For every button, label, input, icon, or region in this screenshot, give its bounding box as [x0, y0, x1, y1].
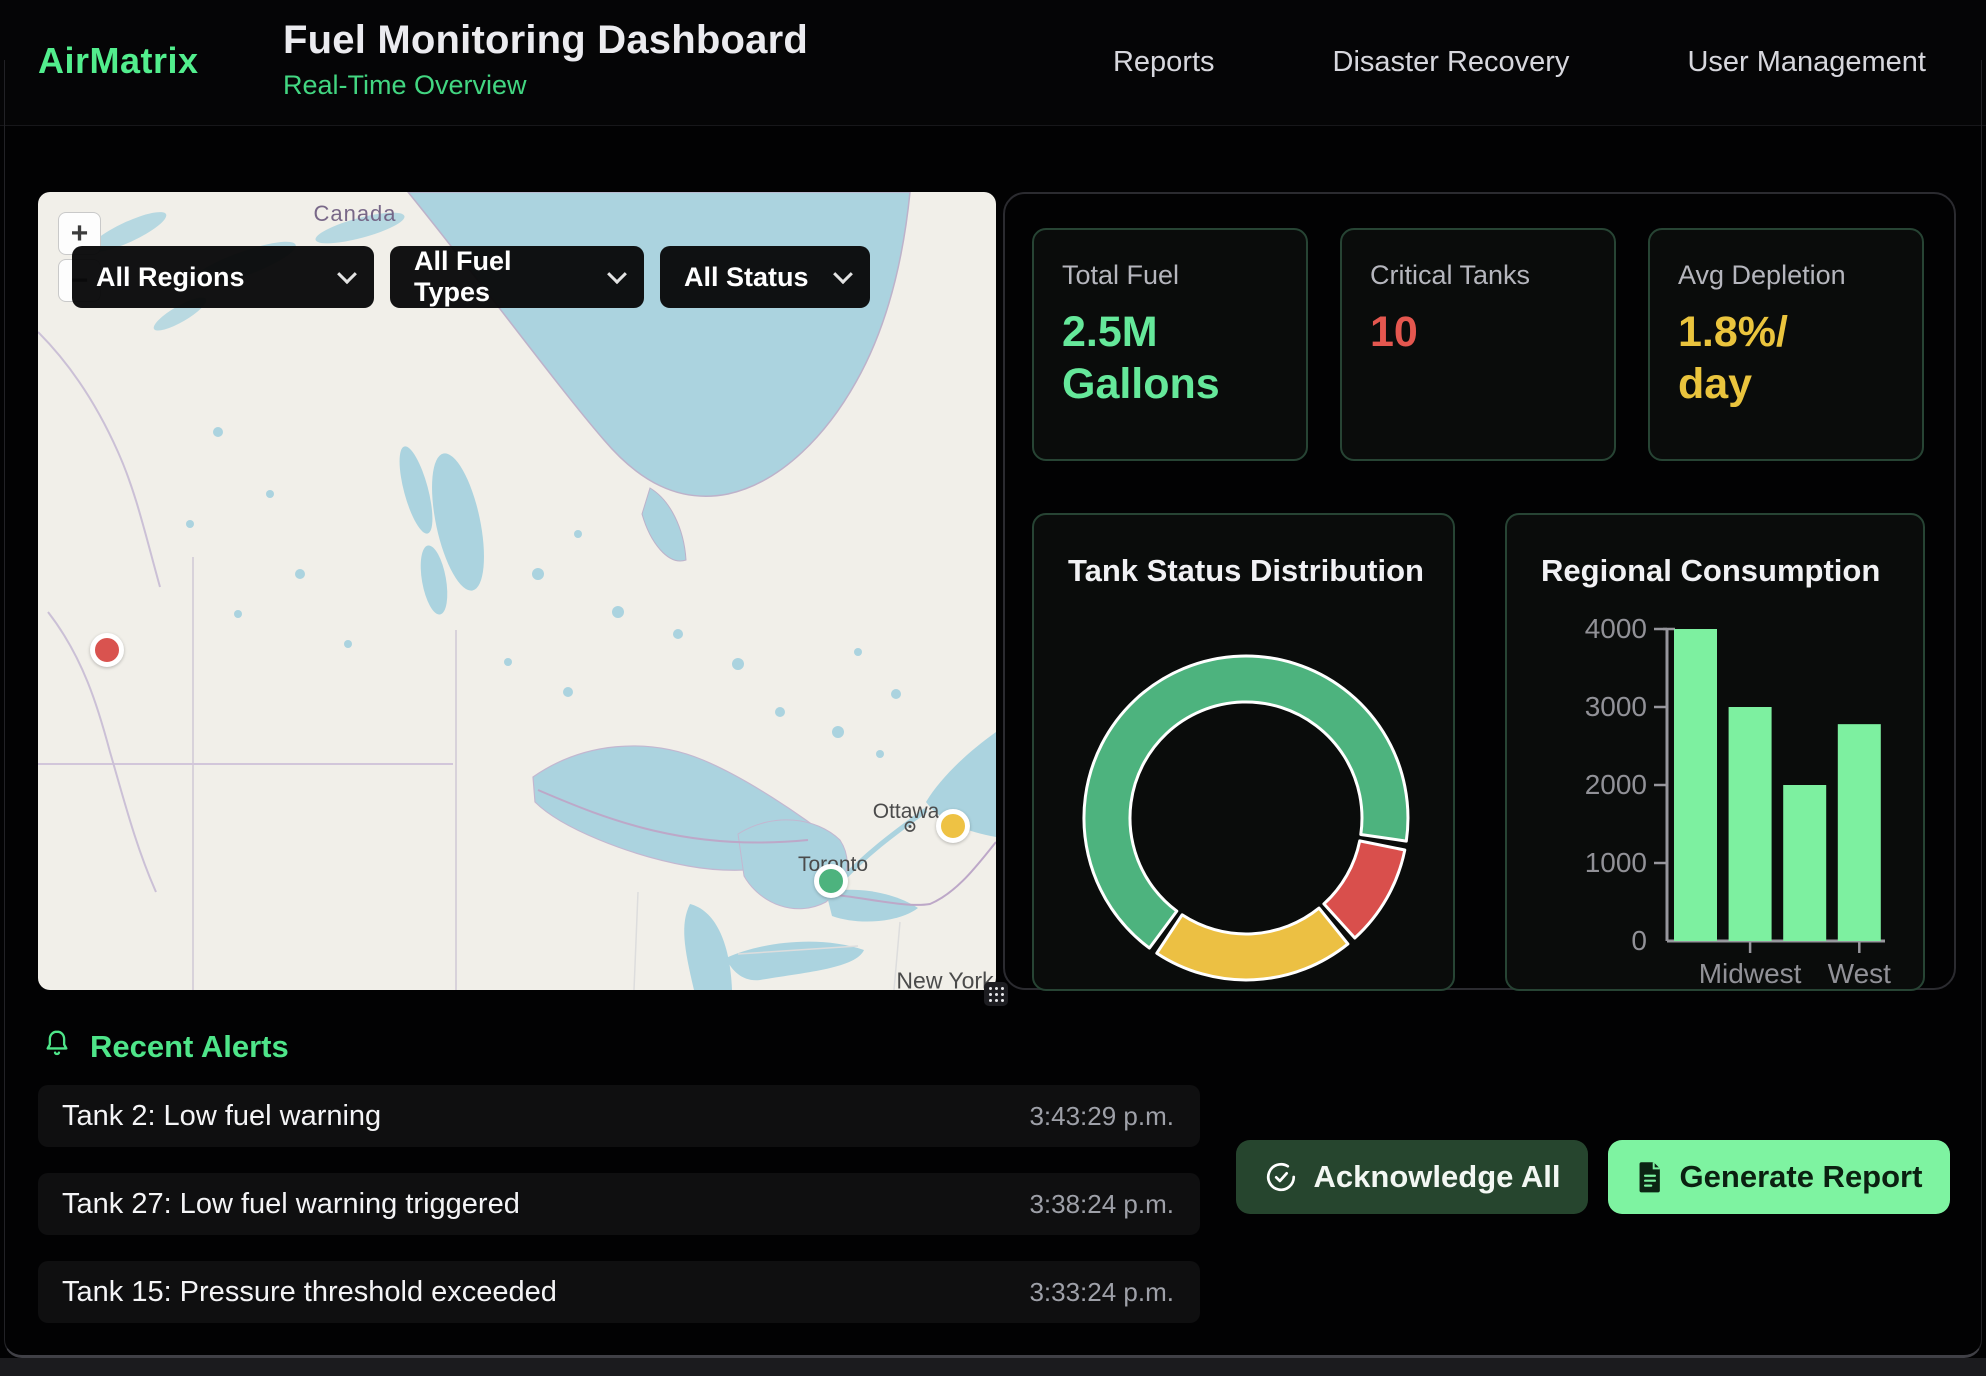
chevron-down-icon [833, 264, 853, 284]
stat-card-critical-tanks: Critical Tanks 10 [1340, 228, 1616, 461]
tank-status-card: Tank Status Distribution [1032, 513, 1455, 991]
bell-icon [42, 1028, 72, 1065]
stat-value: 10 [1370, 307, 1586, 359]
nav-item-disaster-recovery[interactable]: Disaster Recovery [1333, 46, 1570, 79]
header: AirMatrix Fuel Monitoring Dashboard Real… [0, 0, 1986, 126]
map-filters: All Regions All Fuel Types All Status [72, 246, 870, 308]
filter-label: All Fuel Types [414, 246, 590, 308]
alert-timestamp: 3:33:24 p.m. [1029, 1277, 1174, 1308]
tank-marker-critical[interactable] [90, 633, 124, 667]
svg-text:1000: 1000 [1585, 847, 1647, 878]
filter-label: All Status [684, 262, 809, 293]
chevron-down-icon [607, 264, 627, 284]
alert-text: Tank 2: Low fuel warning [62, 1100, 381, 1133]
consumption-bar [1674, 629, 1717, 941]
consumption-bar [1838, 724, 1881, 941]
donut-chart-title: Tank Status Distribution [1068, 553, 1424, 589]
svg-text:3000: 3000 [1585, 691, 1647, 722]
alert-row: Tank 15: Pressure threshold exceeded 3:33… [38, 1261, 1200, 1323]
consumption-bar [1729, 707, 1772, 941]
stat-label: Critical Tanks [1370, 260, 1586, 291]
stat-value: 2.5MGallons [1062, 307, 1278, 410]
file-text-icon [1636, 1161, 1664, 1193]
metrics-panel: Total Fuel 2.5MGallons Critical Tanks 10 Avg… [1003, 192, 1956, 990]
main-nav: Reports Disaster Recovery User Management [1113, 0, 1926, 125]
alerts-title: Recent Alerts [90, 1029, 289, 1065]
generate-report-label: Generate Report [1680, 1159, 1923, 1195]
title-block: Fuel Monitoring Dashboard Real-Time Over… [283, 18, 808, 101]
consumption-bar [1783, 785, 1826, 941]
stat-card-total-fuel: Total Fuel 2.5MGallons [1032, 228, 1308, 461]
svg-text:0: 0 [1631, 925, 1647, 956]
filter-all-status[interactable]: All Status [660, 246, 870, 308]
tank-marker-normal[interactable] [814, 864, 848, 898]
fuel-monitoring-dashboard: AirMatrix Fuel Monitoring Dashboard Real… [0, 0, 1986, 1376]
regional-consumption-card: 0 1000 2000 3000 4000 Midwest West Regional Co… [1505, 513, 1925, 991]
alert-timestamp: 3:43:29 p.m. [1029, 1101, 1174, 1132]
donut-segment [1157, 908, 1348, 980]
bar-chart-title: Regional Consumption [1541, 553, 1880, 589]
page-title: Fuel Monitoring Dashboard [283, 18, 808, 63]
chevron-down-icon [337, 264, 357, 284]
acknowledge-all-label: Acknowledge All [1314, 1159, 1561, 1195]
stat-label: Total Fuel [1062, 260, 1278, 291]
svg-text:2000: 2000 [1585, 769, 1647, 800]
generate-report-button[interactable]: Generate Report [1608, 1140, 1950, 1214]
svg-text:Midwest: Midwest [1699, 958, 1802, 989]
map-resize-handle[interactable] [984, 982, 1008, 1006]
stat-label: Avg Depletion [1678, 260, 1894, 291]
svg-text:4000: 4000 [1585, 613, 1647, 644]
tank-marker-warning[interactable] [936, 809, 970, 843]
donut-segment [1324, 841, 1405, 938]
alert-row: Tank 2: Low fuel warning 3:43:29 p.m. [38, 1085, 1200, 1147]
alert-timestamp: 3:38:24 p.m. [1029, 1189, 1174, 1220]
svg-text:West: West [1828, 958, 1891, 989]
filter-label: All Regions [96, 262, 245, 293]
stat-card-avg-depletion: Avg Depletion 1.8%/day [1648, 228, 1924, 461]
acknowledge-all-button[interactable]: Acknowledge All [1236, 1140, 1588, 1214]
page-subtitle: Real-Time Overview [283, 70, 808, 101]
check-circle-icon [1264, 1160, 1298, 1194]
nav-item-reports[interactable]: Reports [1113, 46, 1215, 79]
stat-value: 1.8%/day [1678, 307, 1894, 410]
nav-item-user-management[interactable]: User Management [1687, 46, 1926, 79]
fleet-map[interactable]: Canada Ottawa Toronto New York + − All R… [38, 192, 996, 990]
map-canvas [38, 192, 996, 990]
bottom-scrollbar[interactable] [0, 1358, 1986, 1376]
alert-text: Tank 15: Pressure threshold exceeded [62, 1276, 557, 1309]
brand-logo: AirMatrix [38, 40, 199, 82]
alerts-header: Recent Alerts [42, 1028, 289, 1065]
filter-all-fuel-types[interactable]: All Fuel Types [390, 246, 644, 308]
alert-row: Tank 27: Low fuel warning triggered 3:38:… [38, 1173, 1200, 1235]
alert-text: Tank 27: Low fuel warning triggered [62, 1188, 520, 1221]
filter-all-regions[interactable]: All Regions [72, 246, 374, 308]
